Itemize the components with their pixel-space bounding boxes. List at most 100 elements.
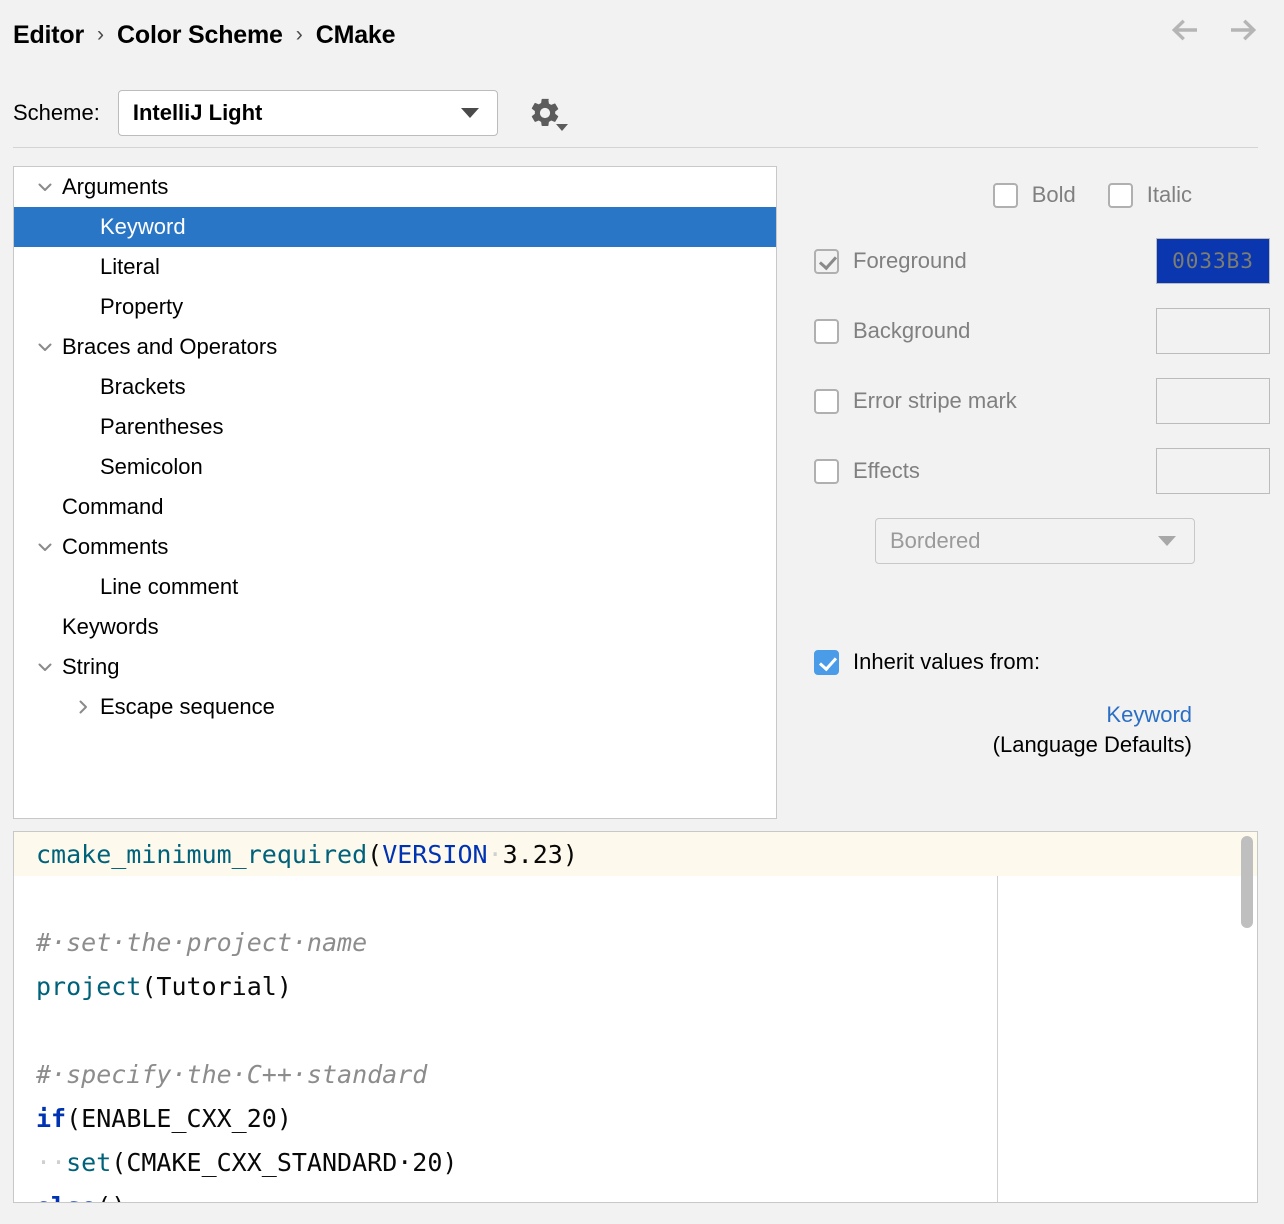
- bold-label: Bold: [1031, 182, 1076, 207]
- tree-row[interactable]: Keywords: [14, 607, 776, 647]
- foreground-color-swatch[interactable]: 0033B3: [1156, 238, 1270, 284]
- code-token: (Tutorial): [141, 971, 292, 1001]
- color-settings-tree[interactable]: Arguments Keyword Literal Property Braces an…: [13, 166, 777, 819]
- chevron-down-icon: [1158, 536, 1176, 546]
- breadcrumb-item-cmake[interactable]: CMake: [316, 21, 396, 50]
- arrow-left-icon[interactable]: [1170, 14, 1202, 46]
- code-line[interactable]: if (ENABLE_CXX_20): [14, 1096, 997, 1140]
- tree-row[interactable]: Escape sequence: [14, 687, 776, 727]
- background-color-swatch[interactable]: [1156, 308, 1270, 354]
- code-token: cmake_minimum_required: [36, 839, 368, 869]
- preview-scrollbar-thumb[interactable]: [1241, 836, 1253, 928]
- error-stripe-color-swatch[interactable]: [1156, 378, 1270, 424]
- inherit-target-link[interactable]: Keyword: [800, 700, 1192, 730]
- font-style-row: Bold Italic: [800, 182, 1270, 208]
- error-stripe-mark-label: Error stripe mark: [853, 388, 1017, 413]
- chevron-right-icon[interactable]: [72, 696, 94, 718]
- tree-row[interactable]: String: [14, 647, 776, 687]
- tree-row[interactable]: Keyword: [14, 207, 776, 247]
- tree-row[interactable]: Property: [14, 287, 776, 327]
- tree-row[interactable]: Semicolon: [14, 447, 776, 487]
- error-stripe-checkbox-wrap[interactable]: Error stripe mark: [814, 388, 1017, 414]
- breadcrumb-separator-icon: ›: [295, 23, 303, 46]
- effects-checkbox[interactable]: [814, 458, 839, 484]
- inherit-values-row[interactable]: Inherit values from:: [814, 649, 1040, 675]
- tree-toggle-placeholder: [34, 616, 56, 638]
- code-line[interactable]: cmake_minimum_required(VERSION · 3.23): [14, 832, 997, 876]
- effect-type-select[interactable]: Bordered: [875, 518, 1195, 564]
- code-line[interactable]: #·set·the·project·name: [14, 920, 997, 964]
- breadcrumb-bar: Editor › Color Scheme › CMake: [0, 0, 1284, 70]
- code-token: 3.23): [502, 839, 578, 869]
- tree-toggle-placeholder: [72, 416, 94, 438]
- tree-toggle-placeholder: [72, 576, 94, 598]
- tree-row[interactable]: Parentheses: [14, 407, 776, 447]
- tree-toggle-placeholder: [72, 296, 94, 318]
- code-line[interactable]: [14, 1008, 997, 1052]
- bold-checkbox[interactable]: [992, 182, 1018, 208]
- code-line[interactable]: ·· set (CMAKE_CXX_STANDARD·20): [14, 1140, 997, 1184]
- tree-row[interactable]: Line comment: [14, 567, 776, 607]
- italic-checkbox-row[interactable]: Italic: [1107, 182, 1192, 208]
- scheme-label: Scheme:: [13, 100, 100, 125]
- code-line[interactable]: else(): [14, 1184, 997, 1203]
- tree-item-label: Comments: [62, 534, 169, 559]
- code-preview-panel[interactable]: cmake_minimum_required(VERSION · 3.23) #·s…: [13, 831, 1258, 1203]
- breadcrumb-item-editor[interactable]: Editor: [13, 21, 84, 50]
- tree-row[interactable]: Braces and Operators: [14, 327, 776, 367]
- code-token: if: [36, 1103, 67, 1133]
- chevron-down-icon: [460, 108, 479, 118]
- effects-color-swatch[interactable]: [1156, 448, 1270, 494]
- tree-row[interactable]: Literal: [14, 247, 776, 287]
- inherit-values-checkbox[interactable]: [814, 649, 839, 675]
- tree-item-label: Keywords: [62, 614, 159, 639]
- foreground-checkbox[interactable]: [814, 248, 839, 274]
- arrow-right-icon[interactable]: [1226, 14, 1258, 46]
- chevron-down-icon[interactable]: [34, 336, 56, 358]
- tree-row[interactable]: Brackets: [14, 367, 776, 407]
- error-stripe-mark-checkbox[interactable]: [814, 388, 839, 414]
- header-divider: [13, 147, 1258, 148]
- scheme-row: Scheme: IntelliJ Light: [0, 84, 1284, 142]
- tree-item-label: Property: [100, 294, 184, 319]
- code-token: set: [66, 1147, 112, 1177]
- chevron-down-icon[interactable]: [34, 536, 56, 558]
- tree-toggle-placeholder: [72, 256, 94, 278]
- code-token: ··: [36, 1147, 67, 1177]
- foreground-checkbox-wrap[interactable]: Foreground: [814, 248, 967, 274]
- code-token: ·: [487, 839, 503, 869]
- scheme-select[interactable]: IntelliJ Light: [117, 90, 498, 136]
- breadcrumb-item-color-scheme[interactable]: Color Scheme: [117, 21, 283, 50]
- effects-checkbox-wrap[interactable]: Effects: [814, 458, 920, 484]
- scheme-select-value: IntelliJ Light: [132, 100, 263, 125]
- bold-checkbox-row[interactable]: Bold: [992, 182, 1076, 208]
- code-token: (CMAKE_CXX_STANDARD·20): [111, 1147, 458, 1177]
- code-line[interactable]: project (Tutorial): [14, 964, 997, 1008]
- gear-icon[interactable]: [528, 96, 568, 131]
- italic-checkbox[interactable]: [1107, 182, 1133, 208]
- code-token: (): [96, 1192, 126, 1203]
- chevron-down-icon[interactable]: [34, 656, 56, 678]
- code-preview-text[interactable]: cmake_minimum_required(VERSION · 3.23) #·s…: [14, 832, 997, 1203]
- tree-row[interactable]: Command: [14, 487, 776, 527]
- tree-item-label: Keyword: [100, 214, 186, 239]
- background-checkbox[interactable]: [814, 318, 839, 344]
- code-token: project: [36, 971, 142, 1001]
- tree-item-label: Arguments: [62, 174, 169, 199]
- background-checkbox-wrap[interactable]: Background: [814, 318, 970, 344]
- effects-label: Effects: [853, 458, 920, 483]
- tree-row[interactable]: Comments: [14, 527, 776, 567]
- code-line[interactable]: [14, 876, 997, 920]
- code-token: (: [367, 839, 383, 869]
- attributes-panel: Bold Italic Foreground 0033B3 Background…: [800, 166, 1270, 819]
- background-label: Background: [853, 318, 971, 343]
- tree-row[interactable]: Arguments: [14, 167, 776, 207]
- preview-scrollbar[interactable]: [1241, 834, 1253, 1200]
- code-line[interactable]: #·specify·the·C++·standard: [14, 1052, 997, 1096]
- tree-item-label: Brackets: [100, 374, 186, 399]
- effect-type-value: Bordered: [890, 528, 981, 553]
- chevron-down-icon[interactable]: [34, 176, 56, 198]
- chevron-down-icon: [555, 124, 568, 131]
- code-token: (ENABLE_CXX_20): [66, 1103, 292, 1133]
- tree-item-label: Literal: [100, 254, 160, 279]
